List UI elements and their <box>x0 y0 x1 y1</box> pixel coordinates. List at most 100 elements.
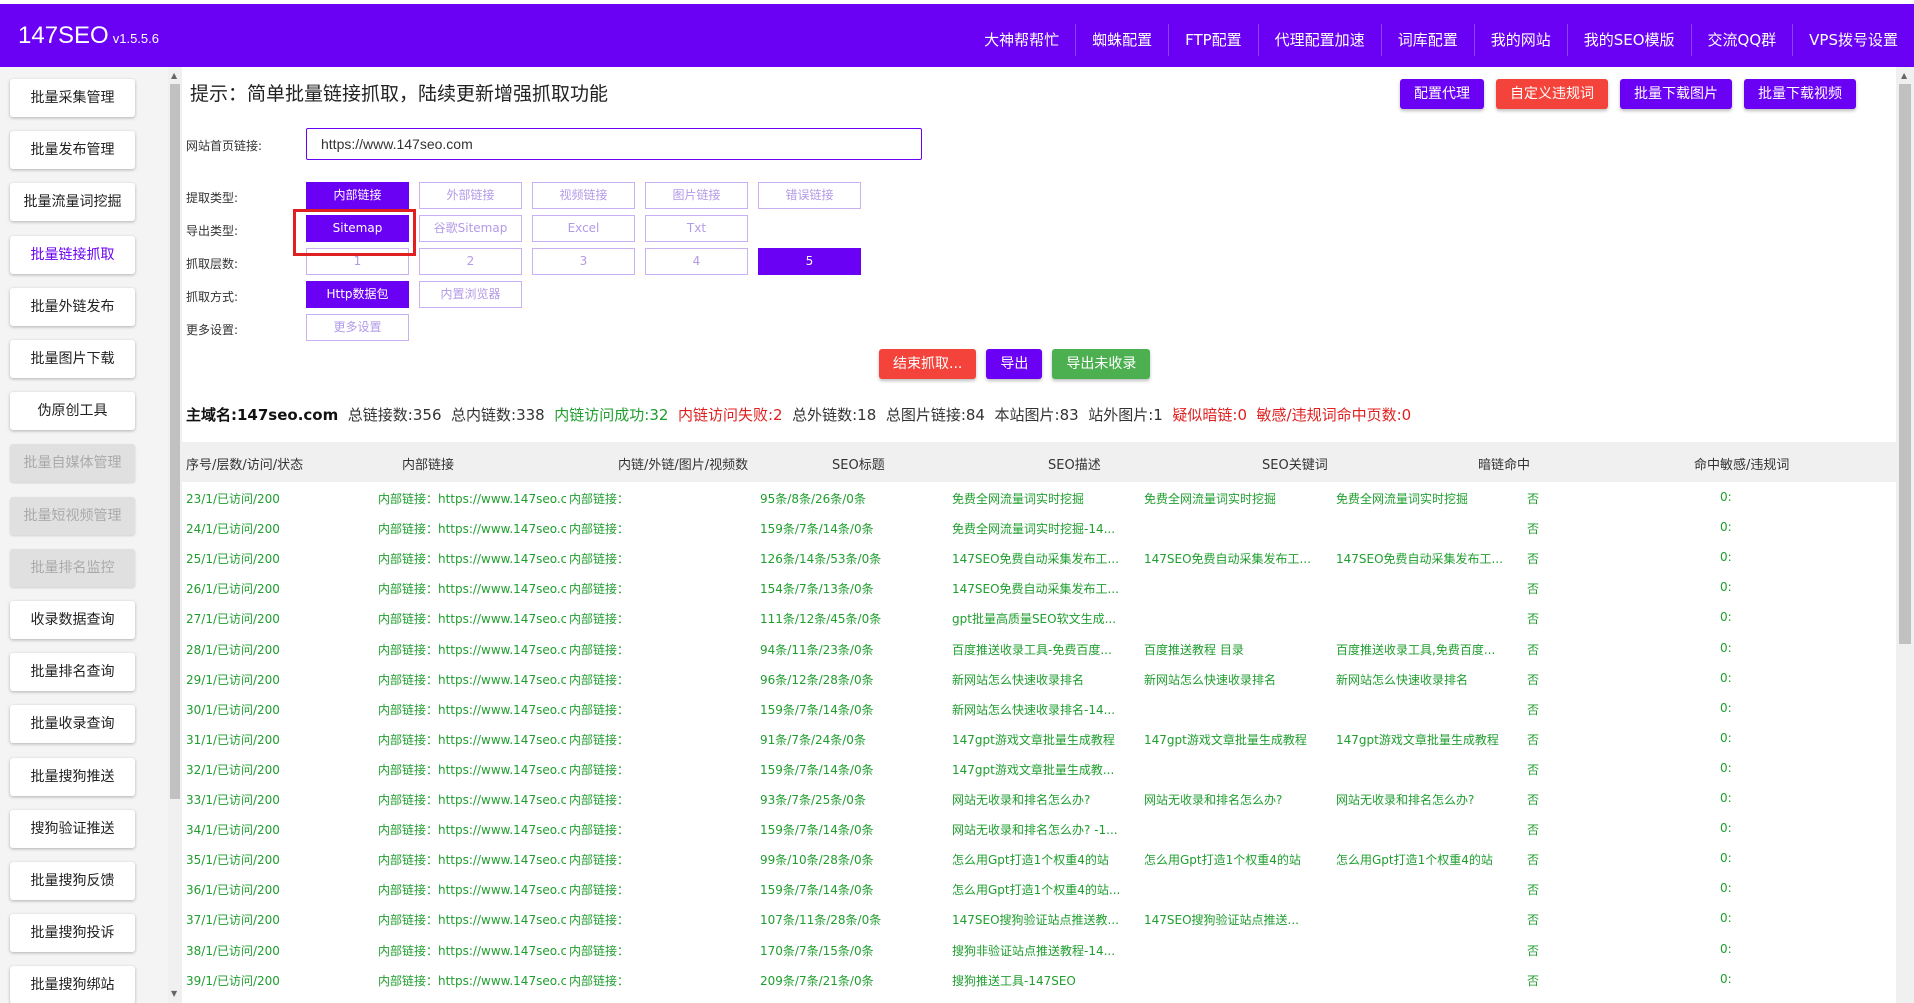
table-row[interactable]: 34/1/已访问/200 内部链接：https://www.147seo.co 内部… <box>182 813 1896 843</box>
table-row[interactable]: 31/1/已访问/200 内部链接：https://www.147seo.co 内部… <box>182 723 1896 753</box>
summary-offsite-images: 站外图片:1 <box>1088 406 1163 424</box>
sidebar-item-2[interactable]: 批量流量词挖掘 <box>10 183 135 222</box>
cell-internal-link-2: 内部链接： <box>569 732 630 747</box>
table-row[interactable]: 35/1/已访问/200 内部链接：https://www.147seo.co 内部… <box>182 843 1896 873</box>
method-option-0[interactable]: Http数据包 <box>306 281 409 308</box>
table-header: 序号/层数/访问/状态 内部链接 内链/外链/图片/视频数 SEO标题 SEO描… <box>182 442 1896 482</box>
cell-dark-link: 否 <box>1527 732 1540 747</box>
table-row[interactable]: 38/1/已访问/200 内部链接：https://www.147seo.co 内部… <box>182 934 1896 964</box>
nav-item-4[interactable]: 词库配置 <box>1380 24 1474 56</box>
nav-item-3[interactable]: 代理配置加速 <box>1257 24 1381 56</box>
more-settings-button[interactable]: 更多设置 <box>306 314 409 341</box>
depth-option-2[interactable]: 3 <box>532 248 635 275</box>
table-row[interactable]: 39/1/已访问/200 内部链接：https://www.147seo.co 内部… <box>182 964 1896 994</box>
cell-internal-link-2: 内部链接： <box>569 582 630 597</box>
cell-internal-link-2: 内部链接： <box>569 973 630 988</box>
cell-internal-link-2: 内部链接： <box>569 913 630 928</box>
cell-seo-title: 网站无收录和排名怎么办? <box>952 793 1091 807</box>
cell-seo-title: 免费全网流量词实时挖掘 <box>952 492 1085 506</box>
sidebar-item-12[interactable]: 批量收录查询 <box>10 705 135 744</box>
depth-option-3[interactable]: 4 <box>645 248 748 275</box>
export-type-option-2[interactable]: Excel <box>532 215 635 242</box>
sidebar-item-0[interactable]: 批量采集管理 <box>10 79 135 117</box>
sidebar-item-17[interactable]: 批量搜狗绑站 <box>10 966 135 1003</box>
brand-name: 147SEO <box>18 22 109 49</box>
table-row[interactable]: 32/1/已访问/200 内部链接：https://www.147seo.co 内部… <box>182 753 1896 783</box>
sidebar-item-10[interactable]: 收录数据查询 <box>10 601 135 639</box>
fetch-type-option-1[interactable]: 外部链接 <box>419 182 522 209</box>
sidebar-scroll-thumb[interactable] <box>170 84 180 799</box>
cell-dark-link: 否 <box>1527 973 1540 988</box>
cell-index: 28/1/已访问/200 <box>186 642 280 657</box>
sidebar-item-1[interactable]: 批量发布管理 <box>10 131 135 170</box>
cell-dark-link: 否 <box>1527 642 1540 657</box>
nav-item-1[interactable]: 蜘蛛配置 <box>1075 24 1168 56</box>
sidebar-item-15[interactable]: 批量搜狗反馈 <box>10 862 135 900</box>
table-row[interactable]: 23/1/已访问/200 内部链接：https://www.147seo.co 内部… <box>182 482 1896 512</box>
table-row[interactable]: 26/1/已访问/200 内部链接：https://www.147seo.co 内部… <box>182 572 1896 602</box>
table-row[interactable]: 30/1/已访问/200 内部链接：https://www.147seo.co 内部… <box>182 693 1896 723</box>
table-row[interactable]: 24/1/已访问/200 内部链接：https://www.147seo.co 内部… <box>182 512 1896 542</box>
sidebar-item-16[interactable]: 批量搜狗投诉 <box>10 914 135 953</box>
depth-option-4[interactable]: 5 <box>758 248 861 275</box>
nav-item-0[interactable]: 大神帮帮忙 <box>968 24 1075 56</box>
export-unindexed-button[interactable]: 导出未收录 <box>1052 349 1151 379</box>
sidebar-item-3[interactable]: 批量链接抓取 <box>10 235 135 274</box>
custom-banned-words-button[interactable]: 自定义违规词 <box>1496 79 1608 109</box>
table-row[interactable]: 36/1/已访问/200 内部链接：https://www.147seo.co 内部… <box>182 873 1896 903</box>
main-scroll-up-icon[interactable]: ▲ <box>1901 71 1907 80</box>
main-panel: 提示：简单批量链接抓取，陆续更新增强抓取功能 配置代理 自定义违规词 批量下载图… <box>182 67 1896 1003</box>
cell-seo-desc: 新网站怎么快速收录排名 <box>1144 672 1277 687</box>
th-seo-desc: SEO描述 <box>1048 458 1101 473</box>
sidebar-item-4[interactable]: 批量外链发布 <box>10 287 135 326</box>
cell-index: 27/1/已访问/200 <box>186 612 280 627</box>
summary-total-links: 总链接数:356 <box>347 406 442 424</box>
cell-dark-link: 否 <box>1527 793 1540 807</box>
sidebar-item-9: 批量排名监控 <box>10 548 135 587</box>
sidebar-item-5[interactable]: 批量图片下载 <box>10 340 135 378</box>
export-button[interactable]: 导出 <box>986 349 1043 379</box>
nav-item-2[interactable]: FTP配置 <box>1168 24 1258 56</box>
batch-download-videos-button[interactable]: 批量下载视频 <box>1744 79 1856 109</box>
fetch-type-option-0[interactable]: 内部链接 <box>306 182 409 209</box>
nav-item-6[interactable]: 我的SEO模版 <box>1566 24 1691 56</box>
th-seo-keywords: SEO关键词 <box>1262 458 1328 473</box>
fetch-type-option-4[interactable]: 错误链接 <box>758 182 861 209</box>
table-row[interactable]: 37/1/已访问/200 内部链接：https://www.147seo.co 内部… <box>182 903 1896 933</box>
table-row[interactable]: 33/1/已访问/200 内部链接：https://www.147seo.co 内部… <box>182 783 1896 813</box>
config-proxy-button[interactable]: 配置代理 <box>1400 79 1484 109</box>
nav-item-5[interactable]: 我的网站 <box>1473 24 1567 56</box>
depth-option-1[interactable]: 2 <box>419 248 522 275</box>
stop-fetch-button[interactable]: 结束抓取... <box>879 349 977 379</box>
table-row[interactable]: 29/1/已访问/200 内部链接：https://www.147seo.co 内部… <box>182 663 1896 693</box>
table-row[interactable]: 27/1/已访问/200 内部链接：https://www.147seo.co 内部… <box>182 602 1896 632</box>
cell-internal-link-2: 内部链接： <box>569 823 630 838</box>
method-option-1[interactable]: 内置浏览器 <box>419 281 522 308</box>
export-type-option-3[interactable]: Txt <box>645 215 748 242</box>
fetch-type-option-2[interactable]: 视频链接 <box>532 182 635 209</box>
scroll-up-arrow-icon[interactable]: ▲ <box>171 71 177 80</box>
nav-item-7[interactable]: 交流QQ群 <box>1690 24 1793 56</box>
cell-seo-title: 新网站怎么快速收录排名-14... <box>952 702 1116 717</box>
export-type-option-1[interactable]: 谷歌Sitemap <box>419 215 522 242</box>
cell-internal-link: 内部链接：https://www.147seo.co <box>378 823 566 838</box>
cell-internal-link-2: 内部链接： <box>569 883 630 898</box>
cell-seo-title: 147gpt游戏文章批量生成教... <box>952 762 1115 777</box>
cell-sensitive: 0: <box>1720 971 1732 986</box>
cell-internal-link-2: 内部链接： <box>569 853 630 868</box>
url-input[interactable] <box>306 128 922 160</box>
sidebar-item-13[interactable]: 批量搜狗推送 <box>10 757 135 796</box>
scroll-down-arrow-icon[interactable]: ▼ <box>171 989 177 998</box>
cell-index: 25/1/已访问/200 <box>186 552 280 567</box>
batch-download-images-button[interactable]: 批量下载图片 <box>1620 79 1732 109</box>
sidebar-item-6[interactable]: 伪原创工具 <box>10 392 135 431</box>
table-row[interactable]: 25/1/已访问/200 内部链接：https://www.147seo.co 内部… <box>182 542 1896 572</box>
sidebar-item-14[interactable]: 搜狗验证推送 <box>10 809 135 848</box>
cell-counts: 126条/14条/53条/0条 <box>760 552 882 567</box>
sidebar-item-11[interactable]: 批量排名查询 <box>10 653 135 692</box>
app-brand: 147SEO v1.5.5.6 <box>18 22 159 50</box>
table-row[interactable]: 28/1/已访问/200 内部链接：https://www.147seo.co 内部… <box>182 633 1896 663</box>
fetch-type-option-3[interactable]: 图片链接 <box>645 182 748 209</box>
main-scroll-thumb[interactable] <box>1899 84 1911 644</box>
nav-item-8[interactable]: VPS拨号设置 <box>1792 24 1914 56</box>
